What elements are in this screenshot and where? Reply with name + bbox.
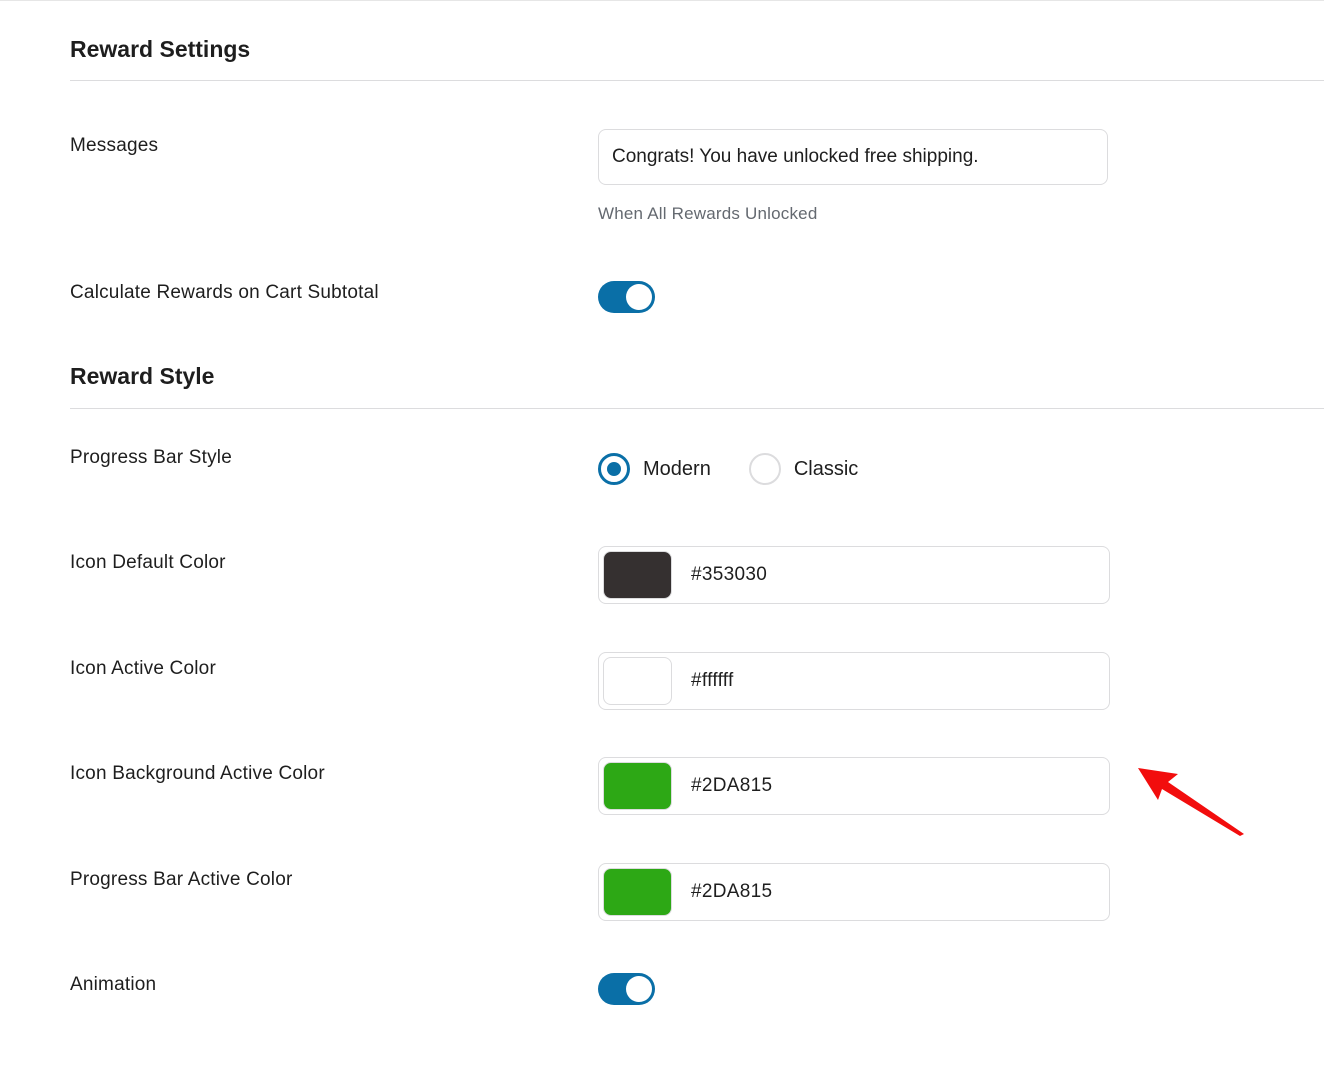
icon-active-color-field[interactable]: #ffffff [598,652,1110,710]
messages-label: Messages [70,135,159,156]
icon-default-color-value[interactable]: #353030 [691,547,767,603]
icon-default-color-field[interactable]: #353030 [598,546,1110,604]
section-title-reward-style: Reward Style [70,363,215,389]
progress-bar-style-label: Progress Bar Style [70,447,232,468]
section-divider [70,408,1324,409]
progress-bar-style-radio-group: Modern Classic [598,453,896,485]
section-title-reward-settings: Reward Settings [70,36,251,62]
calc-subtotal-toggle[interactable] [598,281,655,313]
calc-subtotal-label: Calculate Rewards on Cart Subtotal [70,282,379,303]
messages-input[interactable] [598,129,1108,185]
radio-label-modern: Modern [643,457,711,480]
icon-default-color-swatch[interactable] [603,551,672,599]
radio-label-classic: Classic [793,457,859,480]
icon-bg-active-color-field[interactable]: #2DA815 [598,757,1110,815]
animation-label: Animation [70,974,157,995]
icon-bg-active-color-swatch[interactable] [603,762,672,810]
radio-option-classic[interactable]: Classic [748,453,859,485]
progress-bar-active-color-label: Progress Bar Active Color [70,869,293,890]
radio-option-modern[interactable]: Modern [598,453,711,485]
icon-bg-active-color-label: Icon Background Active Color [70,763,325,784]
toggle-knob [626,976,652,1002]
progress-bar-active-color-field[interactable]: #2DA815 [598,863,1110,921]
radio-checked-icon [598,453,630,485]
icon-active-color-label: Icon Active Color [70,658,216,679]
icon-default-color-label: Icon Default Color [70,552,226,573]
top-divider [0,0,1324,1]
progress-bar-active-color-swatch[interactable] [603,868,672,916]
icon-bg-active-color-value[interactable]: #2DA815 [691,758,772,814]
progress-bar-active-color-value[interactable]: #2DA815 [691,864,772,920]
icon-active-color-value[interactable]: #ffffff [691,653,734,709]
radio-unchecked-icon [748,453,781,485]
toggle-knob [626,284,652,310]
settings-page: Reward Settings Messages When All Reward… [0,0,1324,1083]
red-arrow-icon [1138,768,1244,836]
icon-active-color-swatch[interactable] [603,657,672,705]
section-divider [70,80,1324,81]
animation-toggle[interactable] [598,973,655,1005]
messages-help-text: When All Rewards Unlocked [598,204,818,223]
